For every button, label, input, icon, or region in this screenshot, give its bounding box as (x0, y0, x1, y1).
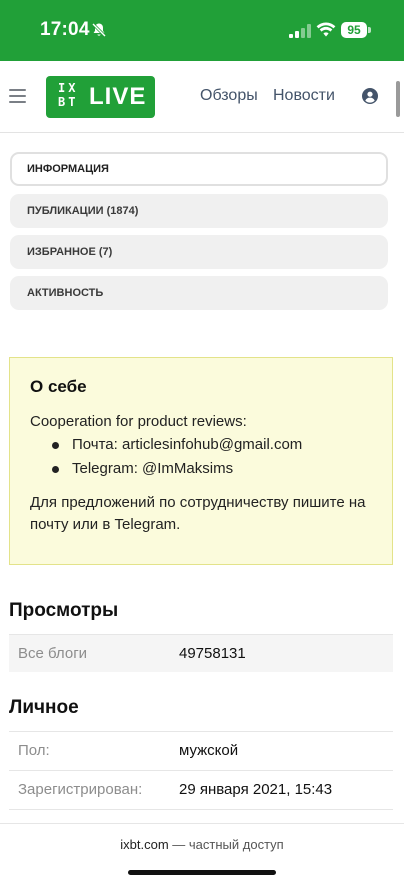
about-contact-list: Почта: articlesinfohub@gmail.com Telegra… (30, 435, 302, 483)
tab-activity[interactable]: АКТИВНОСТЬ (10, 276, 388, 310)
contact-telegram: Telegram: @ImMaksims (72, 460, 234, 477)
table-row: Пол: мужской (9, 731, 393, 769)
personal-title: Личное (9, 697, 79, 718)
tab-information[interactable]: ИНФОРМАЦИЯ (10, 152, 388, 186)
row-label: Пол: (18, 742, 50, 759)
signal-icon (289, 24, 311, 38)
menu-icon[interactable] (9, 89, 26, 103)
bullet-icon (52, 466, 59, 473)
list-item: Почта: articlesinfohub@gmail.com (30, 435, 302, 459)
row-value: мужской (179, 742, 239, 759)
footer-brand: ixbt.com (120, 837, 169, 852)
views-title: Просмотры (9, 600, 119, 621)
about-title: О себе (30, 377, 87, 396)
bullet-icon (52, 442, 59, 449)
home-indicator[interactable] (128, 870, 276, 875)
site-header: IX BT LIVE Обзоры Новости (0, 61, 404, 133)
table-row: Все блоги 49758131 (9, 634, 393, 672)
contact-email: Почта: articlesinfohub@gmail.com (72, 436, 303, 453)
status-time: 17:04 (40, 19, 90, 40)
site-logo[interactable]: IX BT LIVE (46, 76, 155, 118)
footer-caption: — частный доступ (168, 837, 284, 852)
footer-domain[interactable]: ixbt.com — частный доступ (0, 837, 404, 852)
row-label: Все блоги (18, 645, 88, 662)
table-row: Зарегистрирован: 29 января 2021, 15:43 (9, 770, 393, 808)
battery-level: 95 (341, 22, 367, 38)
tab-favorites[interactable]: ИЗБРАННОЕ (7) (10, 235, 388, 269)
battery-cap (368, 27, 371, 33)
nav-news-link[interactable]: Новости (273, 87, 335, 105)
logo-ixbt: IX BT (58, 81, 78, 109)
user-icon[interactable] (362, 88, 378, 104)
row-value: 49758131 (179, 645, 246, 662)
logo-live-text: LIVE (89, 83, 147, 110)
list-item: Telegram: @ImMaksims (30, 459, 302, 483)
bell-off-icon (91, 22, 107, 38)
logo-ix-text: IX (58, 81, 79, 95)
wifi-icon (316, 22, 336, 37)
status-bar: 17:04 95 (0, 0, 404, 61)
row-value: 29 января 2021, 15:43 (179, 781, 333, 798)
battery-icon: 95 (341, 22, 371, 38)
about-box: О себе Cooperation for product reviews: … (9, 357, 393, 565)
logo-bt-text: BT (58, 95, 79, 109)
tab-publications[interactable]: ПУБЛИКАЦИИ (1874) (10, 194, 388, 228)
about-note: Для предложений по сотрудничеству пишите… (30, 494, 366, 533)
row-label: Зарегистрирован: (18, 781, 143, 798)
nav-reviews-link[interactable]: Обзоры (200, 87, 258, 105)
about-intro: Cooperation for product reviews: (30, 413, 247, 430)
scrollbar-thumb[interactable] (396, 81, 400, 117)
browser-footer: ixbt.com — частный доступ (0, 823, 404, 878)
